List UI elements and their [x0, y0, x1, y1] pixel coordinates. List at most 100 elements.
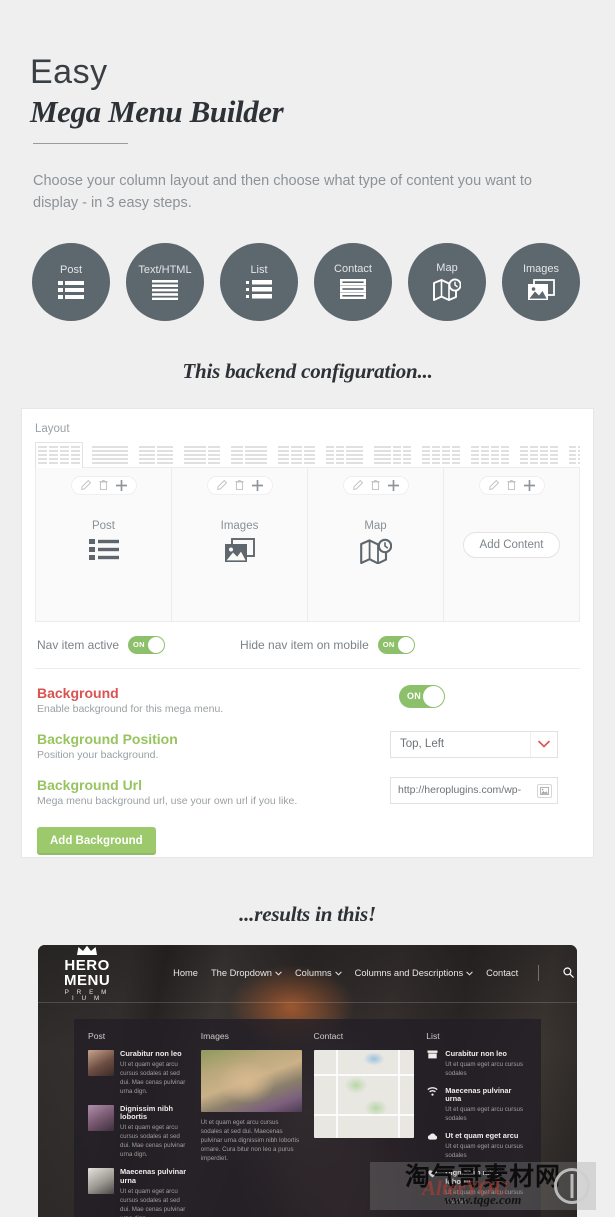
setting-description: Mega menu background url, use your own u… [37, 794, 298, 807]
trash-icon[interactable] [506, 480, 516, 491]
builder-column-empty: Add Content [444, 468, 579, 621]
wifi-icon [426, 1086, 439, 1096]
mega-column-images: Images Ut et quam eget arcu cursus sodal… [200, 1030, 302, 1217]
images-icon [527, 278, 555, 301]
mega-post-item[interactable]: Curabitur non leo Ut et quam eget arcu c… [88, 1048, 189, 1097]
background-position-select[interactable]: Top, Left [390, 730, 558, 758]
nav-item-active-toggle[interactable]: ON [128, 635, 166, 654]
layout-option-2col-a[interactable] [137, 442, 175, 468]
preview-logo[interactable]: HERO MENU P R E M I U M [64, 945, 110, 1002]
list-icon [246, 279, 272, 300]
pencil-icon[interactable] [216, 480, 227, 491]
list-item-title: Maecenas pulvinar urna [445, 1085, 512, 1104]
move-icon[interactable] [523, 479, 535, 491]
mega-map[interactable] [313, 1049, 415, 1138]
content-type-label: Images [522, 262, 560, 275]
nav-link-label: Contact [486, 968, 519, 979]
chevron-down-icon [334, 968, 342, 978]
setting-description: Enable background for this mega menu. [37, 702, 224, 715]
column-title: Images [220, 519, 259, 532]
media-picker-icon[interactable] [537, 783, 552, 798]
toggle-knob [397, 636, 414, 653]
pencil-icon[interactable] [488, 480, 499, 491]
layout-option-2col-c[interactable] [229, 442, 269, 468]
content-type-images[interactable]: Images [502, 242, 580, 321]
nav-link-columns-and-descriptions[interactable]: Columns and Descriptions [355, 968, 474, 978]
mega-post-item[interactable]: Dignissim nibh lobortis Ut et quam eget … [88, 1104, 189, 1161]
layout-label: Layout [35, 422, 70, 435]
hide-on-mobile-toggle[interactable]: ON [377, 635, 415, 654]
post-excerpt: Ut et quam eget arcu cursus sodales at s… [120, 1187, 186, 1217]
nav-item-active-label: Nav item active [37, 637, 120, 652]
trash-icon[interactable] [98, 480, 108, 491]
setting-background-url: Background Url Mega menu background url,… [35, 776, 580, 807]
post-excerpt: Ut et quam eget arcu cursus sodales at s… [120, 1124, 186, 1159]
nav-link-home[interactable]: Home [173, 968, 198, 978]
page-title-script: Mega Menu Builder [30, 93, 284, 129]
layout-option-5col[interactable] [567, 442, 580, 468]
layout-option-4col-selected[interactable] [35, 441, 83, 468]
list-item-text: Ut et quam eget arcu cursus sodales [445, 1106, 523, 1123]
layout-options [35, 441, 580, 468]
post-title: Curabitur non leo [120, 1048, 182, 1058]
chevron-down-icon[interactable] [530, 731, 557, 757]
nav-toggles-row: Nav item active ON Hide nav item on mobi… [35, 635, 580, 654]
setting-title: Background Url [37, 776, 143, 793]
search-icon[interactable] [563, 967, 575, 980]
layout-option-1col[interactable] [90, 442, 130, 468]
page-root: Easy Mega Menu Builder Choose your colum… [0, 0, 615, 1217]
trash-icon[interactable] [370, 480, 380, 491]
content-type-label: List [250, 263, 268, 276]
page-header: Easy Mega Menu Builder Choose your colum… [0, 0, 615, 215]
post-thumbnail [88, 1049, 114, 1076]
mega-list-item[interactable]: Curabitur non leo Ut et quam eget arcu c… [426, 1049, 527, 1079]
setting-control: http://heroplugins.com/wp- [390, 776, 580, 804]
nav-link-the-dropdown[interactable]: The Dropdown [211, 968, 282, 978]
layout-option-3col-c[interactable] [372, 442, 413, 468]
layout-option-4col-b[interactable] [469, 442, 511, 468]
layout-option-3col-a[interactable] [276, 442, 317, 468]
mega-post-item[interactable]: Maecenas pulvinar urna Ut et quam eget a… [88, 1167, 189, 1217]
select-value: Top, Left [400, 738, 445, 751]
builder-column-images: Images [172, 467, 308, 621]
setting-text: Background Url Mega menu background url,… [35, 777, 390, 807]
layout-option-4col-a[interactable] [420, 442, 462, 468]
column-toolbar [343, 476, 408, 494]
layout-option-4col-c[interactable] [518, 442, 560, 468]
move-icon[interactable] [251, 479, 263, 491]
mega-column-heading: List [426, 1030, 440, 1041]
chevron-down-icon [466, 968, 473, 978]
content-type-label: Map [436, 262, 458, 275]
mega-column-heading: Images [200, 1030, 229, 1041]
column-title: Post [91, 519, 115, 532]
map-pin-icon [359, 538, 392, 569]
content-type-list[interactable]: List [220, 242, 298, 321]
map-pin-icon [433, 278, 461, 302]
mega-image[interactable] [200, 1049, 302, 1112]
move-icon[interactable] [115, 479, 127, 491]
content-type-text-html[interactable]: Text/HTML [126, 242, 204, 321]
mega-list-item[interactable]: Maecenas pulvinar urna Ut et quam eget a… [426, 1085, 527, 1125]
post-thumbnail [88, 1168, 114, 1195]
content-type-contact[interactable]: Contact [314, 242, 392, 321]
add-content-button[interactable]: Add Content [462, 531, 561, 558]
content-type-post[interactable]: Post [32, 242, 110, 321]
add-background-button[interactable]: Add Background [37, 826, 156, 855]
layout-option-2col-b[interactable] [182, 442, 222, 468]
nav-link-contact[interactable]: Contact [486, 968, 518, 978]
preview-nav-links: Home The Dropdown Columns Columns and De… [173, 965, 575, 982]
content-type-map[interactable]: Map [408, 242, 486, 321]
background-url-input[interactable]: http://heroplugins.com/wp- [390, 776, 558, 804]
move-icon[interactable] [387, 479, 399, 491]
pencil-icon[interactable] [352, 480, 363, 491]
pencil-icon[interactable] [80, 480, 91, 491]
nav-separator [538, 965, 540, 982]
crown-icon [64, 945, 110, 958]
setting-background-position: Background Position Position your backgr… [35, 730, 580, 761]
trash-icon[interactable] [234, 480, 244, 491]
column-toolbar [479, 476, 544, 494]
layout-option-3col-b[interactable] [324, 442, 365, 468]
nav-link-columns[interactable]: Columns [295, 968, 342, 978]
mega-list-item[interactable]: Ut et quam eget arcu Ut et quam eget arc… [426, 1131, 527, 1161]
background-enable-toggle[interactable]: ON [399, 684, 445, 708]
